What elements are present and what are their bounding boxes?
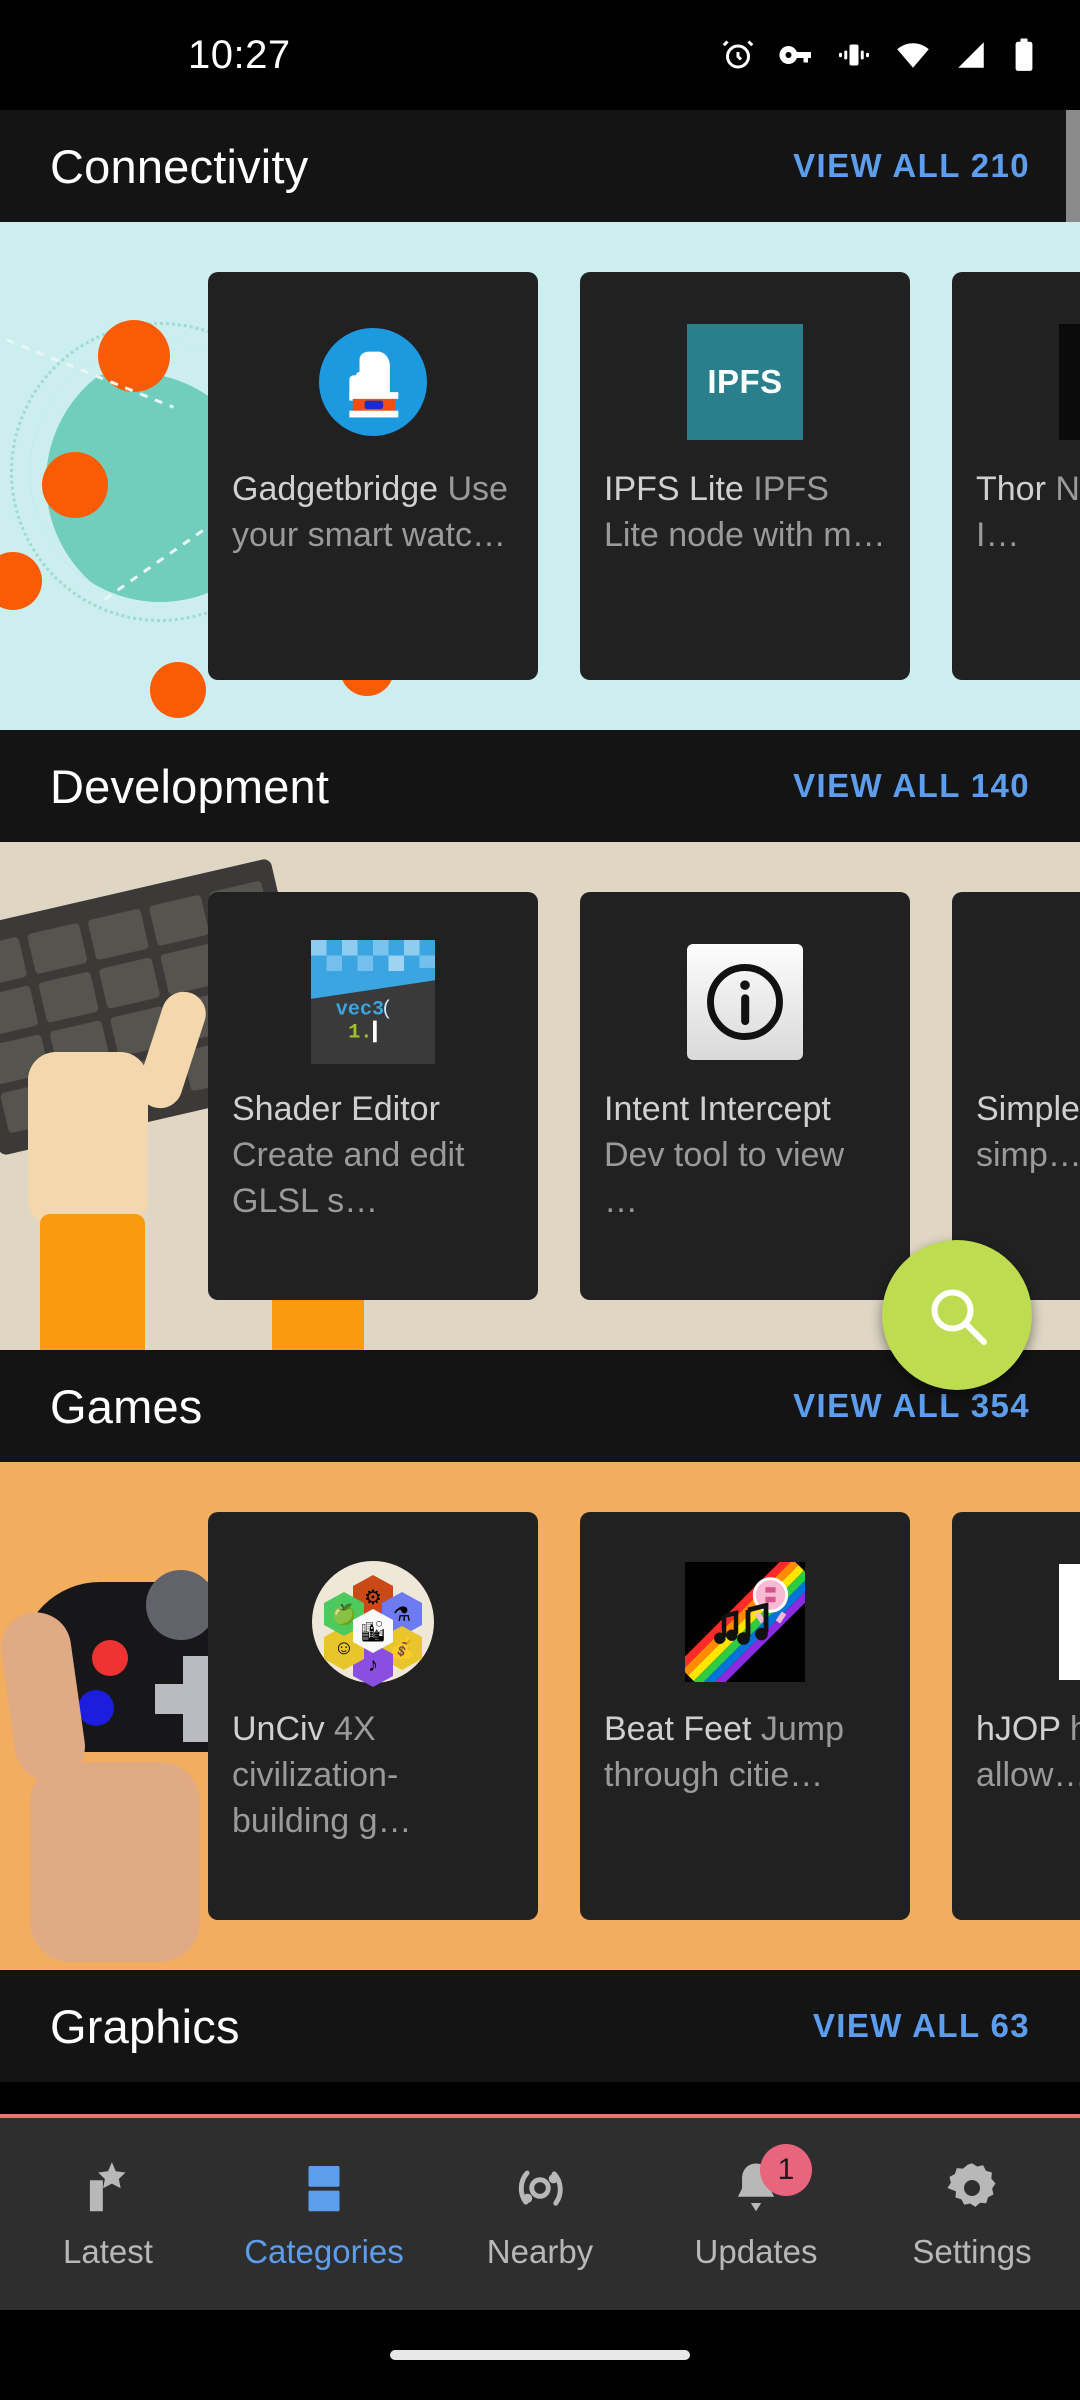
section-strip-games: ⚙ ⚗ 💰 ♪ ☺ 🍏 🏙 UnCiv 4X civilization-buil… — [0, 1462, 1080, 1970]
app-name: Simple Editor — [976, 1090, 1080, 1128]
section-title: Graphics — [50, 1999, 240, 2053]
app-icon-wrap: vec3 ( 1. — [232, 922, 514, 1082]
app-card[interactable]: Beat Feet Jump through citie… — [580, 1512, 910, 1920]
section-strip-connectivity: Gadgetbridge Use your smart watc… IPFS I… — [0, 222, 1080, 730]
app-card-text: UnCiv 4X civilization-building g… — [232, 1706, 514, 1844]
app-name: Gadgetbridge — [232, 470, 439, 508]
nav-item-updates[interactable]: 1 Updates — [648, 2118, 864, 2310]
app-card[interactable]: IPFS IPFS Lite IPFS Lite node with m… — [580, 272, 910, 680]
app-icon-wrap — [976, 1542, 1080, 1702]
app-card-list-games[interactable]: ⚙ ⚗ 💰 ♪ ☺ 🍏 🏙 UnCiv 4X civilization-buil… — [0, 1462, 1080, 1970]
app-icon-wrap: ⚙ ⚗ 💰 ♪ ☺ 🍏 🏙 — [232, 1542, 514, 1702]
android-robot-icon — [1059, 944, 1080, 1060]
app-screen: 10:27 Connectivity VIEW ALL 210 Gadgetbr… — [0, 0, 1080, 2400]
app-card[interactable]: ⚙ ⚗ 💰 ♪ ☺ 🍏 🏙 UnCiv 4X civilization-buil… — [208, 1512, 538, 1920]
app-card[interactable]: Intent Intercept Dev tool to view … — [580, 892, 910, 1300]
nav-label: Latest — [63, 2233, 153, 2270]
app-card[interactable]: Gadgetbridge Use your smart watc… — [208, 272, 538, 680]
section-header-development: Development VIEW ALL 140 — [0, 730, 1080, 842]
section-title: Games — [50, 1379, 203, 1433]
search-fab[interactable] — [882, 1240, 1032, 1390]
hjop-icon — [1059, 1564, 1080, 1680]
app-card[interactable]: T Thor Nativ… and I… — [952, 272, 1080, 680]
nav-label: Categories — [244, 2233, 404, 2270]
app-card-text: Simple Editor simp… — [976, 1086, 1080, 1178]
view-all-connectivity[interactable]: VIEW ALL 210 — [793, 147, 1030, 185]
battery-icon — [1015, 38, 1033, 71]
nav-label: Updates — [694, 2233, 818, 2270]
section-header-graphics: Graphics VIEW ALL 63 — [0, 1970, 1080, 2082]
scrollbar-thumb[interactable] — [1066, 110, 1080, 222]
bottom-navigation-wrap: Latest Categories Nearby 1 Updates Setti… — [0, 2114, 1080, 2400]
app-card[interactable]: vec3 ( 1. Shader Editor Create and edit … — [208, 892, 538, 1300]
nav-item-nearby[interactable]: Nearby — [432, 2118, 648, 2310]
thor-icon: T — [1059, 324, 1080, 440]
nav-item-settings[interactable]: Settings — [864, 2118, 1080, 2310]
app-name: hJOP — [976, 1710, 1061, 1748]
hex-grid: ⚙ ⚗ 💰 ♪ ☺ 🍏 🏙 — [312, 1561, 434, 1687]
vpn-key-icon — [779, 46, 811, 64]
app-icon-wrap — [604, 922, 886, 1082]
svg-text:vec3: vec3 — [336, 998, 384, 1021]
vibrate-icon — [839, 44, 869, 66]
cell-signal-icon — [958, 42, 984, 68]
wifi-icon — [897, 43, 929, 68]
search-icon — [931, 1289, 987, 1345]
categories-icon — [308, 2166, 340, 2212]
app-icon-wrap — [232, 302, 514, 462]
section-title: Development — [50, 759, 330, 813]
updates-badge: 1 — [760, 2144, 812, 2196]
section-header-connectivity: Connectivity VIEW ALL 210 — [0, 110, 1080, 222]
app-card-text: Shader Editor Create and edit GLSL s… — [232, 1086, 514, 1224]
app-card-text: Thor Nativ… and I… — [976, 466, 1080, 558]
unciv-hex-icon: ⚙ ⚗ 💰 ♪ ☺ 🍏 🏙 — [312, 1561, 434, 1687]
ipfs-icon: IPFS — [687, 324, 803, 440]
view-all-graphics[interactable]: VIEW ALL 63 — [813, 2007, 1030, 2045]
app-name: Intent Intercept — [604, 1090, 831, 1128]
status-icon-group — [720, 0, 1038, 110]
app-card-text: IPFS Lite IPFS Lite node with m… — [604, 466, 886, 558]
nearby-icon — [518, 2170, 563, 2206]
gadgetbridge-icon — [319, 328, 427, 436]
app-icon-wrap — [604, 1542, 886, 1702]
app-desc: Dev tool to view … — [604, 1136, 844, 1220]
svg-text:1.: 1. — [348, 1022, 372, 1045]
app-card-text: Gadgetbridge Use your smart watc… — [232, 466, 514, 558]
svg-text:(: ( — [381, 998, 393, 1021]
app-card-text: Intent Intercept Dev tool to view … — [604, 1086, 886, 1224]
app-name: IPFS Lite — [604, 470, 744, 508]
app-card-text: hJOP hJOP allow… — [976, 1706, 1080, 1798]
alarm-icon — [722, 40, 754, 69]
view-all-games[interactable]: VIEW ALL 354 — [793, 1387, 1030, 1425]
app-card-list-connectivity[interactable]: Gadgetbridge Use your smart watc… IPFS I… — [0, 222, 1080, 730]
info-circle-icon — [687, 944, 803, 1060]
bottom-navigation[interactable]: Latest Categories Nearby 1 Updates Setti… — [0, 2118, 1080, 2310]
gesture-handle[interactable] — [390, 2350, 690, 2360]
nav-label: Settings — [912, 2233, 1032, 2270]
app-desc: simp… — [976, 1136, 1080, 1174]
app-name: Shader Editor — [232, 1090, 440, 1128]
status-time: 10:27 — [188, 32, 291, 77]
nav-item-latest[interactable]: Latest — [0, 2118, 216, 2310]
status-bar: 10:27 — [0, 0, 1080, 110]
shader-editor-icon: vec3 ( 1. — [311, 940, 435, 1064]
app-card[interactable]: Simple Editor simp… — [952, 892, 1080, 1300]
app-card-text: Beat Feet Jump through citie… — [604, 1706, 886, 1798]
beat-feet-icon — [685, 1562, 805, 1682]
section-title: Connectivity — [50, 139, 309, 193]
nav-item-categories[interactable]: Categories — [216, 2118, 432, 2310]
app-icon-wrap: T — [976, 302, 1080, 462]
app-desc: Create and edit GLSL s… — [232, 1136, 465, 1220]
app-name: UnCiv — [232, 1710, 325, 1748]
star-new-icon — [89, 2162, 126, 2212]
view-all-development[interactable]: VIEW ALL 140 — [793, 767, 1030, 805]
app-icon-wrap — [976, 922, 1080, 1082]
gear-icon — [947, 2163, 996, 2207]
app-icon-wrap: IPFS — [604, 302, 886, 462]
gesture-nav-area — [0, 2310, 1080, 2400]
app-name: Beat Feet — [604, 1710, 752, 1748]
app-card[interactable]: hJOP hJOP allow… — [952, 1512, 1080, 1920]
nav-label: Nearby — [486, 2233, 594, 2270]
app-name: Thor — [976, 470, 1046, 508]
